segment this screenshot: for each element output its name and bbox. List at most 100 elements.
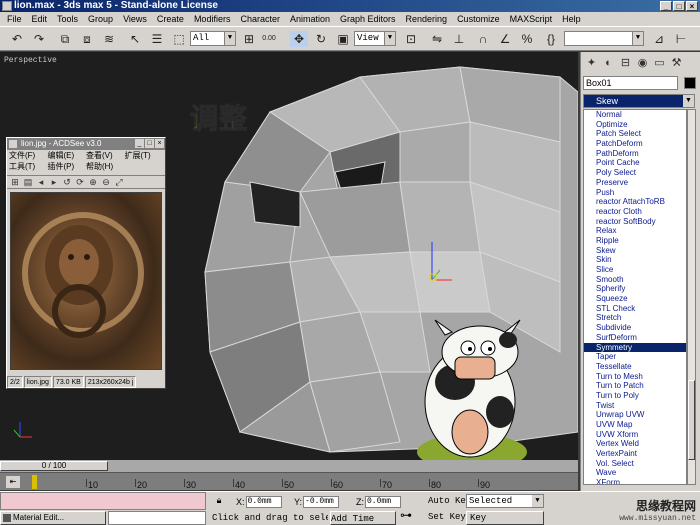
modifier-list-item[interactable]: Normal — [584, 110, 686, 120]
modifier-list-item[interactable]: Squeeze — [584, 294, 686, 304]
modifier-list-item[interactable]: Twist — [584, 401, 686, 411]
utilities-tab-icon[interactable]: ⚒ — [669, 54, 684, 72]
acdsee-menu-help[interactable]: 帮助(H) — [86, 161, 125, 172]
acdsee-close-button[interactable]: × — [155, 139, 164, 148]
modifier-list-item[interactable]: Vol. Select — [584, 459, 686, 469]
menu-views[interactable]: Views — [118, 12, 152, 26]
bind-spacewarp-icon[interactable]: ≋ — [100, 31, 118, 47]
menu-customize[interactable]: Customize — [452, 12, 505, 26]
modifier-list-item[interactable]: PathDeform — [584, 149, 686, 159]
acdsee-menu-view[interactable]: 查看(V) — [86, 150, 125, 161]
modifier-list-item[interactable]: Stretch — [584, 313, 686, 323]
modifier-list-dropdown[interactable]: Skew ▼ — [583, 94, 695, 108]
maximize-button[interactable]: □ — [673, 1, 685, 11]
modifier-list-item[interactable]: Preserve — [584, 178, 686, 188]
modifier-list-item[interactable]: Push — [584, 188, 686, 198]
unlink-icon[interactable]: ⧈ — [78, 31, 96, 47]
percent-snap-icon[interactable]: % — [518, 31, 536, 47]
menu-rendering[interactable]: Rendering — [401, 12, 453, 26]
lock-icon[interactable]: 🔒︎ — [212, 495, 226, 507]
reference-coord-select[interactable]: View ▼ — [354, 31, 396, 46]
menu-help[interactable]: Help — [557, 12, 586, 26]
undo-icon[interactable]: ↶ — [8, 31, 26, 47]
modifier-list-item[interactable]: STL Check — [584, 304, 686, 314]
menu-character[interactable]: Character — [235, 12, 285, 26]
folder-icon[interactable]: ▤ — [23, 177, 33, 187]
y-coordinate-field[interactable]: -0.0mm — [303, 495, 340, 508]
scrollbar-thumb[interactable] — [688, 380, 695, 460]
display-tab-icon[interactable]: ▭ — [652, 54, 667, 72]
modifier-list-item[interactable]: VertexPaint — [584, 449, 686, 459]
acdsee-menu-extend[interactable]: 扩展(T) — [125, 150, 164, 161]
modifier-list-item[interactable]: PatchDeform — [584, 139, 686, 149]
redo-icon[interactable]: ↷ — [30, 31, 48, 47]
named-selection-select[interactable]: ▼ — [564, 31, 644, 46]
menu-file[interactable]: File — [2, 12, 27, 26]
modifier-list-item[interactable]: Poly Select — [584, 168, 686, 178]
modifier-list-item[interactable]: Turn to Poly — [584, 391, 686, 401]
modifier-list-item[interactable]: Vertex Weld — [584, 439, 686, 449]
modifier-list-item[interactable]: UVW Xform — [584, 430, 686, 440]
menu-modifiers[interactable]: Modifiers — [189, 12, 236, 26]
modifier-list-item[interactable]: Skew — [584, 246, 686, 256]
acdsee-menu-edit[interactable]: 编辑(E) — [48, 150, 87, 161]
link-icon[interactable]: ⧉ — [56, 31, 74, 47]
browse-icon[interactable]: ⊞ — [10, 177, 20, 187]
close-button[interactable]: × — [686, 1, 698, 11]
snap-icon[interactable]: ∩ — [474, 31, 492, 47]
menu-tools[interactable]: Tools — [52, 12, 83, 26]
acdsee-title-bar[interactable]: lion.jpg - ACDSee v3.0 _ □ × — [7, 138, 165, 150]
modifier-list-item[interactable]: reactor Cloth — [584, 207, 686, 217]
acdsee-menu-tools[interactable]: 工具(T) — [9, 161, 48, 172]
modifier-list-item[interactable]: Skin — [584, 255, 686, 265]
create-tab-icon[interactable]: ✦ — [584, 54, 599, 72]
menu-create[interactable]: Create — [152, 12, 189, 26]
object-color-swatch[interactable] — [684, 77, 696, 89]
z-coordinate-field[interactable]: 0.0mm — [365, 495, 401, 508]
refresh-icon[interactable]: ⟳ — [75, 177, 85, 187]
menu-edit[interactable]: Edit — [27, 12, 53, 26]
time-slider-thumb[interactable]: 0 / 100 — [0, 461, 108, 471]
track-bar[interactable]: ⇤ 10 20 30 40 50 60 70 80 90 — [0, 472, 578, 490]
modifier-list-item[interactable]: SurfDeform — [584, 333, 686, 343]
mirror-icon[interactable]: ⇋ — [428, 31, 446, 47]
key-selection-dropdown[interactable]: Selected ▼ — [466, 494, 544, 508]
align-tool-icon[interactable]: ⊢ — [672, 31, 690, 47]
scale-icon[interactable]: ▣ — [334, 31, 352, 47]
object-name-field[interactable]: Box01 — [583, 76, 678, 90]
select-object-icon[interactable]: ↖ — [126, 31, 144, 47]
modifier-list-item[interactable]: Relax — [584, 226, 686, 236]
modifier-list-item[interactable]: Taper — [584, 352, 686, 362]
modifier-list-item[interactable]: Subdivide — [584, 323, 686, 333]
fit-icon[interactable]: ⤢ — [114, 177, 124, 187]
select-filter-icon[interactable]: ⊞ — [240, 31, 258, 47]
previous-icon[interactable]: ◂ — [36, 177, 46, 187]
menu-group[interactable]: Group — [83, 12, 118, 26]
acdsee-minimize-button[interactable]: _ — [135, 139, 144, 148]
modifier-list-item[interactable]: UVW Map — [584, 420, 686, 430]
modifier-list-item[interactable]: Slice — [584, 265, 686, 275]
modifier-list[interactable]: Normal Optimize Patch Select PatchDeform Pat… — [583, 109, 687, 485]
modifier-list-item[interactable]: Ripple — [584, 236, 686, 246]
rotate-left-icon[interactable]: ↺ — [62, 177, 72, 187]
x-coordinate-field[interactable]: 0.0mm — [245, 495, 282, 508]
modifier-list-item[interactable]: Patch Select — [584, 129, 686, 139]
maxscript-listener-mini[interactable] — [0, 492, 206, 510]
modifier-list-item[interactable]: Spherify — [584, 284, 686, 294]
key-mode-icon[interactable]: ⇤ — [6, 476, 20, 488]
pivot-icon[interactable]: ⊡ — [402, 31, 420, 47]
modifier-list-item[interactable]: Point Cache — [584, 158, 686, 168]
zoom-out-icon[interactable]: ⊖ — [101, 177, 111, 187]
selection-filter-select[interactable]: All ▼ — [190, 31, 236, 46]
modifier-list-item[interactable]: Unwrap UVW — [584, 410, 686, 420]
perspective-viewport[interactable]: Perspective 调整 lion.jpg - ACDSee v3.0 _ … — [0, 52, 578, 460]
modifier-list-item[interactable]: XForm — [584, 478, 686, 484]
angle-snap-icon[interactable]: ∠ — [496, 31, 514, 47]
add-time-tag-button[interactable]: Add Time Tag — [330, 511, 396, 525]
menu-animation[interactable]: Animation — [285, 12, 335, 26]
key-icon[interactable]: ⊶ — [400, 508, 424, 522]
acdsee-maximize-button[interactable]: □ — [145, 139, 154, 148]
set-key-button[interactable]: Set Key — [428, 511, 466, 524]
mirror-tool-icon[interactable]: ⊿ — [650, 31, 668, 47]
modifier-list-item[interactable]: Wave — [584, 468, 686, 478]
